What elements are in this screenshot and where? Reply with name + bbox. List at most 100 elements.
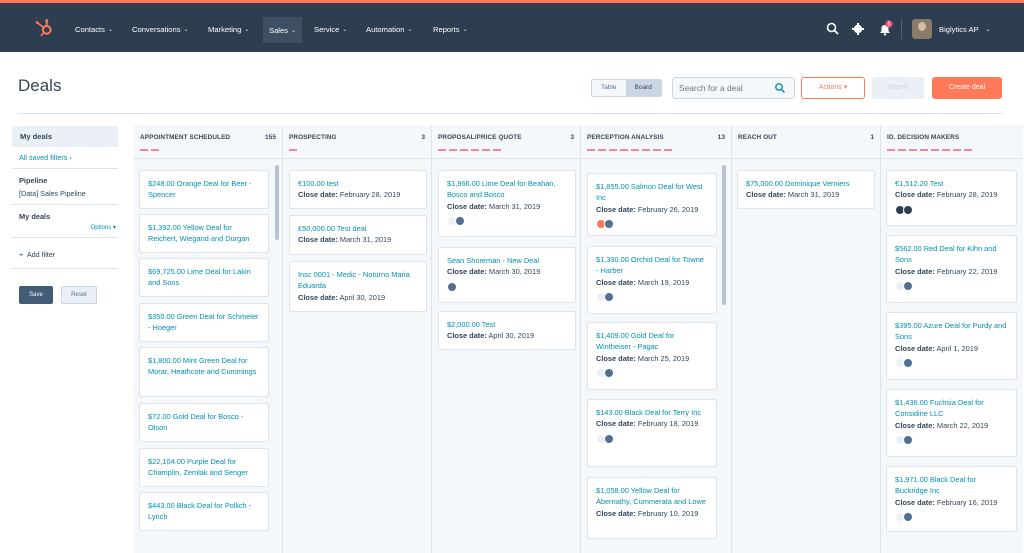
deal-card[interactable]: $562.00 Red Deal for Kihn and Sons Close… [886, 235, 1017, 303]
search-input[interactable] [673, 78, 768, 98]
column-count: 13 [717, 134, 725, 141]
reset-button[interactable]: Reset [61, 286, 97, 304]
nav-marketing[interactable]: Marketing ⌄ [208, 20, 249, 38]
deal-card[interactable]: Sean Shoreman - New Deal Close date: Mar… [438, 247, 576, 303]
avatar [903, 434, 913, 445]
pipeline-select[interactable]: [Data] Sales Pipeline [19, 189, 111, 198]
deal-card[interactable]: $1,392.00 Yellow Deal for Reichert, Wieg… [139, 214, 269, 253]
top-navigation: Contacts ⌄ Conversations ⌄ Marketing ⌄ Sale… [0, 0, 1024, 52]
user-menu[interactable]: Biglytics AP ⌄ [912, 18, 991, 40]
save-button[interactable]: Save [19, 286, 53, 304]
nav-conversations[interactable]: Conversations ⌄ [132, 20, 189, 38]
avatar [604, 433, 614, 444]
owner-avatars [895, 280, 1008, 291]
column-title: PROPOSAL/PRICE QUOTE [438, 134, 522, 141]
column-title: PERCEPTION ANALYSIS [587, 134, 664, 141]
options-dropdown[interactable]: Options ▾ [12, 224, 118, 231]
hubspot-logo-icon[interactable] [33, 17, 55, 39]
deal-card[interactable]: $75,000.00 Dominique Verniers Close date… [737, 170, 875, 209]
view-toggle[interactable]: Table Board [591, 79, 662, 97]
search-icon[interactable] [824, 20, 842, 38]
create-deal-button[interactable]: Create deal [932, 77, 1002, 99]
deal-card[interactable]: $69,725.00 Lime Deal for Lakin and Sons [139, 258, 269, 297]
deal-card[interactable]: $22,104.00 Purple Deal for Champlin, Zem… [139, 448, 269, 487]
deal-card[interactable]: €100.00 test Close date: February 28, 20… [289, 170, 427, 209]
deal-card[interactable]: $1,058.00 Yellow Deal for Abernathy, Cum… [587, 477, 717, 539]
table-view-button[interactable]: Table [592, 80, 626, 96]
board-view-button[interactable]: Board [625, 80, 661, 96]
column-scrollbar[interactable] [275, 165, 279, 240]
avatar [912, 19, 932, 39]
board-column: PROSPECTING 3 €100.00 test Close date: F… [283, 125, 432, 553]
deal-card[interactable]: $443.00 Black Deal for Pollich - Lynch [139, 492, 269, 531]
deal-card[interactable]: $72.00 Gold Deal for Bosco - Olson [139, 403, 269, 442]
all-saved-filters-link[interactable]: All saved filters › [19, 153, 111, 162]
caret-down-icon: ▾ [843, 84, 848, 91]
deal-card[interactable]: $2,000.00 Test Close date: April 30, 201… [438, 311, 576, 350]
column-title: PROSPECTING [289, 134, 337, 141]
deal-card[interactable]: $1,409.00 Gold Deal for Wintheiser - Pag… [587, 322, 717, 390]
owner-avatars [895, 434, 1008, 445]
avatar [903, 280, 913, 291]
chevron-down-icon: ⌄ [462, 26, 468, 33]
header-divider [18, 113, 1003, 114]
user-name: Biglytics AP [939, 24, 979, 34]
add-filter-button[interactable]: + Add filter [19, 250, 111, 259]
owner-avatars [895, 511, 1008, 522]
column-progress [887, 149, 972, 151]
divider [12, 237, 118, 238]
board-column: ID. DECISION MAKERS €1,512.20 Test Close… [881, 125, 1023, 553]
divider [12, 204, 118, 205]
search-icon[interactable] [774, 82, 786, 94]
deal-card[interactable]: $248.00 Orange Deal for Beer - Spencer [139, 170, 269, 209]
deal-card[interactable]: $1,800.00 Mint Green Deal for Morar, Hea… [139, 347, 269, 397]
actions-button[interactable]: Actions ▾ [801, 77, 865, 99]
column-count: 155 [264, 134, 276, 141]
import-button[interactable]: Import [872, 77, 924, 99]
gear-icon[interactable] [849, 20, 867, 38]
bell-icon[interactable]: 5 [876, 20, 894, 38]
nav-automation[interactable]: Automation ⌄ [366, 20, 412, 38]
deal-card[interactable]: £50,000.00 Test deal Close date: March 3… [289, 215, 427, 255]
nav-contacts[interactable]: Contacts ⌄ [75, 20, 113, 38]
my-deals-filter[interactable]: My deals [12, 126, 118, 147]
owner-avatars [596, 291, 708, 302]
avatar [903, 204, 913, 215]
board-column: REACH OUT 1 $75,000.00 Dominique Vernier… [732, 125, 881, 553]
owner-avatars [895, 204, 1008, 215]
column-count: 3 [421, 134, 425, 141]
column-title: REACH OUT [738, 134, 777, 141]
chevron-down-icon: ⌄ [291, 27, 297, 34]
deal-card[interactable]: $1,436.00 Fuchsia Deal for Considine LLC… [886, 389, 1017, 457]
board-column: PERCEPTION ANALYSIS 13 $1,855.00 Salmon … [581, 125, 732, 553]
column-count: 3 [570, 134, 574, 141]
avatar [447, 281, 457, 292]
column-header: PROPOSAL/PRICE QUOTE 3 [432, 125, 580, 159]
deal-card[interactable]: $350.00 Green Deal for Schmeler - Hoeger [139, 303, 269, 342]
deal-card[interactable]: $395.00 Azure Deal for Purdy and Sons Cl… [886, 312, 1017, 380]
nav-divider [901, 19, 902, 39]
nav-sales[interactable]: Sales ⌄ [263, 17, 303, 43]
deal-card[interactable]: $1,966.00 Lime Deal for Beahan, Bosco an… [438, 170, 576, 237]
deal-card[interactable]: $1,855.00 Salmon Deal for West Inc Close… [587, 173, 717, 236]
column-header: PROSPECTING 3 [283, 125, 431, 159]
deal-card[interactable]: €1,512.20 Test Close date: February 28, … [886, 170, 1017, 226]
deal-card[interactable]: $1,971.00 Black Deal for Buckridge Inc C… [886, 466, 1017, 532]
column-title: APPOINTMENT SCHEDULED [140, 134, 231, 141]
deal-card[interactable]: Insc 0001 - Medic - Noturno Maria Eduard… [289, 261, 427, 312]
board-column: APPOINTMENT SCHEDULED 155 $248.00 Orange… [134, 125, 283, 553]
divider [12, 268, 118, 269]
owner-avatars [447, 215, 567, 226]
column-progress [587, 149, 672, 151]
owner-avatars [895, 357, 1008, 368]
nav-service[interactable]: Service ⌄ [314, 20, 347, 38]
column-header: PERCEPTION ANALYSIS 13 [581, 125, 731, 159]
page-title: Deals [18, 76, 62, 95]
deal-card[interactable]: $1,330.00 Orchid Deal for Towne - Harber… [587, 246, 717, 314]
chevron-down-icon: ⌄ [244, 26, 250, 33]
deal-search[interactable] [672, 77, 795, 99]
deal-card[interactable]: $143.00 Black Deal for Terry Inc Close d… [587, 399, 717, 467]
column-scrollbar[interactable] [722, 165, 726, 305]
avatar [604, 218, 614, 229]
nav-reports[interactable]: Reports ⌄ [433, 20, 468, 38]
